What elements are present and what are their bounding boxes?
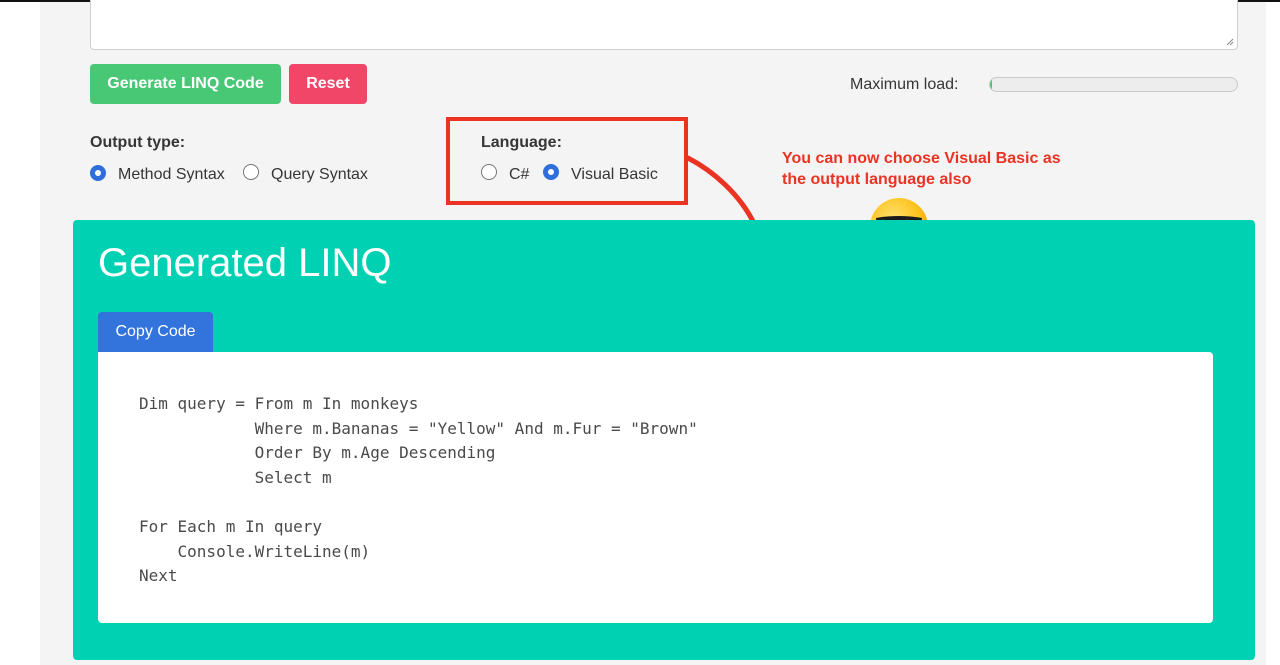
query-syntax-radio[interactable] [243,164,259,180]
annotation-line-1: You can now choose Visual Basic as [782,150,1061,167]
generated-linq-title: Generated LINQ [98,241,392,285]
language-highlight-box [446,117,688,205]
resize-handle-icon[interactable] [1226,38,1234,46]
maximum-load-progress [989,77,1238,92]
visual-basic-radio[interactable] [543,164,559,180]
annotation-text: You can now choose Visual Basic as the o… [782,148,1122,190]
method-syntax-radio[interactable] [90,165,106,181]
csharp-label[interactable]: C# [509,166,529,184]
csharp-radio[interactable] [481,164,497,180]
copy-code-button[interactable]: Copy Code [98,312,213,352]
maximum-load-label: Maximum load: [850,76,959,93]
sql-input-textarea[interactable] [90,0,1238,50]
query-syntax-label[interactable]: Query Syntax [271,166,368,184]
generated-code: Dim query = From m In monkeys Where m.Ba… [139,394,698,586]
output-type-label: Output type: [90,134,186,151]
reset-button[interactable]: Reset [289,64,367,104]
maximum-load-progress-fill [990,78,993,91]
visual-basic-label[interactable]: Visual Basic [571,166,658,184]
method-syntax-label[interactable]: Method Syntax [118,166,225,184]
code-output-box: Dim query = From m In monkeys Where m.Ba… [98,352,1213,623]
generate-linq-button[interactable]: Generate LINQ Code [90,64,281,104]
annotation-line-2: the output language also [782,171,972,188]
language-label: Language: [481,134,562,151]
